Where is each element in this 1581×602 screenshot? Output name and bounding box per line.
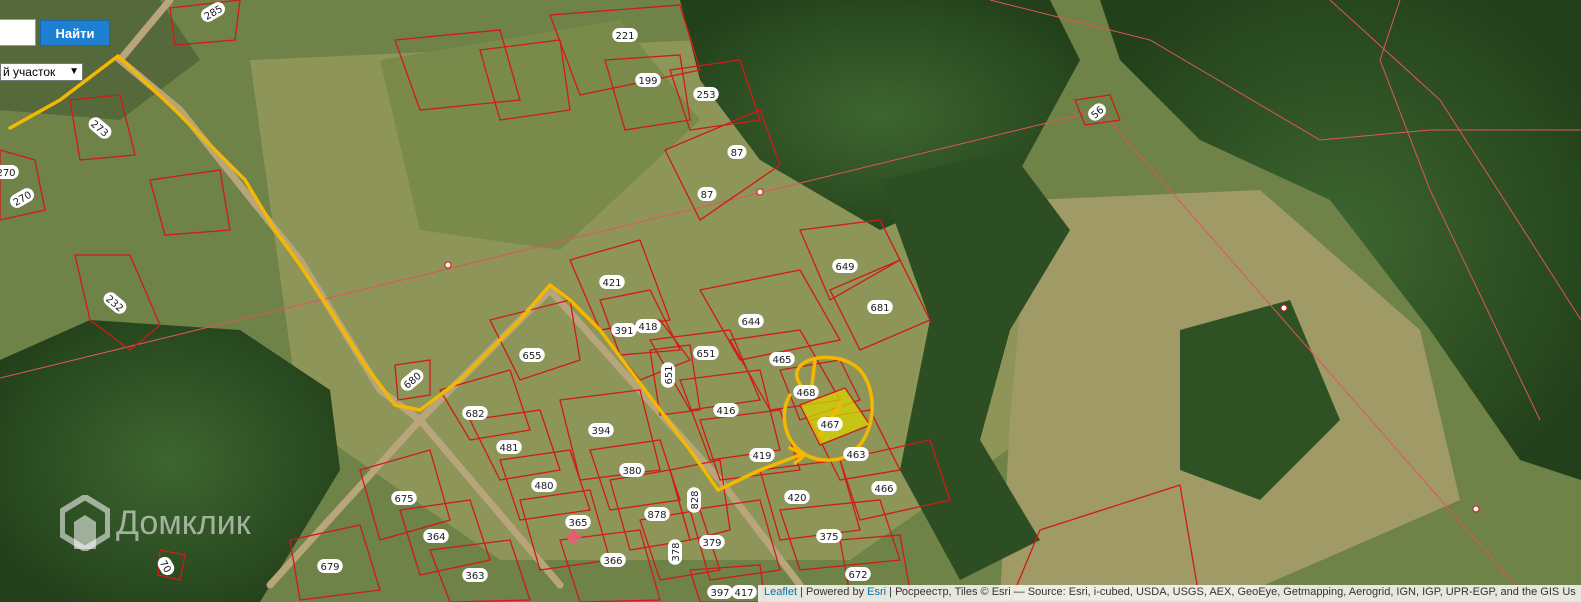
- parcel-label-675[interactable]: 675: [391, 491, 417, 505]
- parcel-label-366[interactable]: 366: [600, 553, 626, 567]
- parcel-number: 644: [741, 317, 760, 328]
- parcel-number: 672: [848, 570, 867, 581]
- watermark-text: Домклик: [116, 503, 251, 542]
- parcel-label-87[interactable]: 87: [727, 145, 747, 159]
- parcel-label-480[interactable]: 480: [531, 478, 557, 492]
- parcel-number: 270: [0, 168, 16, 179]
- parcel-number: 87: [731, 148, 744, 159]
- parcel-label-878[interactable]: 878: [644, 507, 670, 521]
- parcel-number: 87: [701, 190, 714, 201]
- parcel-number: 828: [690, 490, 701, 509]
- powered-by-text: | Powered by: [797, 586, 868, 598]
- parcel-label-463[interactable]: 463: [843, 447, 869, 461]
- parcel-number: 394: [591, 426, 610, 437]
- parcel-label-253[interactable]: 253: [693, 87, 719, 101]
- parcel-number: 364: [426, 532, 445, 543]
- parcel-number: 419: [752, 451, 771, 462]
- esri-link[interactable]: Esri: [867, 586, 886, 598]
- parcel-number: 365: [568, 518, 587, 529]
- parcel-number: 421: [602, 278, 621, 289]
- parcel-number: 397: [710, 588, 729, 599]
- leaflet-link[interactable]: Leaflet: [764, 586, 797, 598]
- parcel-label-391[interactable]: 391: [611, 323, 637, 337]
- parcel-label-375[interactable]: 375: [816, 529, 842, 543]
- parcel-number: 878: [647, 510, 666, 521]
- parcel-label-651[interactable]: 651: [661, 362, 675, 388]
- parcel-label-481[interactable]: 481: [496, 440, 522, 454]
- parcel-label-420[interactable]: 420: [784, 490, 810, 504]
- parcel-label-380[interactable]: 380: [619, 463, 645, 477]
- parcel-number: 253: [696, 90, 715, 101]
- parcel-label-465[interactable]: 465: [769, 352, 795, 366]
- parcel-label-379[interactable]: 379: [699, 535, 725, 549]
- parcel-label-466[interactable]: 466: [871, 481, 897, 495]
- parcel-label-467[interactable]: 467: [817, 417, 843, 431]
- parcel-number: 655: [522, 351, 541, 362]
- parcel-label-672[interactable]: 672: [845, 567, 871, 581]
- chevron-down-icon: ▼: [69, 66, 79, 77]
- parcel-label-394[interactable]: 394: [588, 423, 614, 437]
- attribution-source-text: | Росреестр, Tiles © Esri — Source: Esri…: [886, 586, 1576, 598]
- parcel-number: 679: [320, 562, 339, 573]
- parcel-number: 682: [465, 409, 484, 420]
- domclick-logo: [60, 495, 110, 551]
- parcel-label-644[interactable]: 644: [738, 314, 764, 328]
- parcel-label-418[interactable]: 418: [635, 319, 661, 333]
- search-input[interactable]: [0, 19, 36, 46]
- parcel-number: 380: [622, 466, 641, 477]
- parcel-label-416[interactable]: 416: [713, 403, 739, 417]
- parcel-number: 481: [499, 443, 518, 454]
- parcel-number: 480: [534, 481, 553, 492]
- parcel-number: 391: [614, 326, 633, 337]
- parcel-number: 420: [787, 493, 806, 504]
- parcel-number: 378: [671, 542, 682, 561]
- parcel-label-199[interactable]: 199: [635, 73, 661, 87]
- parcel-number: 465: [772, 355, 791, 366]
- parcel-number: 681: [870, 303, 889, 314]
- parcel-label-679[interactable]: 679: [317, 559, 343, 573]
- parcel-label-221[interactable]: 221: [612, 28, 638, 42]
- parcel-label-655[interactable]: 655: [519, 348, 545, 362]
- parcel-number: 379: [702, 538, 721, 549]
- parcel-number: 416: [716, 406, 735, 417]
- parcel-number: 366: [603, 556, 622, 567]
- parcel-label-682[interactable]: 682: [462, 406, 488, 420]
- parcel-number: 418: [638, 322, 657, 333]
- parcel-number: 651: [696, 349, 715, 360]
- parcel-number: 417: [734, 588, 753, 599]
- parcel-number: 675: [394, 494, 413, 505]
- parcel-label-378[interactable]: 378: [668, 539, 682, 565]
- parcel-number: 468: [796, 388, 815, 399]
- parcel-number: 221: [615, 31, 634, 42]
- parcel-label-419[interactable]: 419: [749, 448, 775, 462]
- parcel-number: 375: [819, 532, 838, 543]
- parcel-label-421[interactable]: 421: [599, 275, 625, 289]
- parcel-number: 467: [820, 420, 839, 431]
- object-type-select[interactable]: й участок ▼: [0, 63, 83, 81]
- map-attribution: Leaflet | Powered by Esri | Росреестр, T…: [758, 585, 1581, 602]
- parcel-label-417[interactable]: 417: [731, 585, 757, 599]
- parcel-label-397[interactable]: 397: [707, 585, 733, 599]
- parcel-label-651[interactable]: 651: [693, 346, 719, 360]
- parcel-label-828[interactable]: 828: [687, 487, 701, 513]
- parcel-label-363[interactable]: 363: [462, 568, 488, 582]
- parcel-number: 649: [835, 262, 854, 273]
- parcel-number: 199: [638, 76, 657, 87]
- parcel-label-365[interactable]: 365: [565, 515, 591, 529]
- parcel-number: 463: [846, 450, 865, 461]
- parcel-label-649[interactable]: 649: [832, 259, 858, 273]
- parcel-label-681[interactable]: 681: [867, 300, 893, 314]
- parcel-label-87[interactable]: 87: [697, 187, 717, 201]
- object-type-selected: й участок: [3, 65, 56, 79]
- parcel-label-270[interactable]: 270: [0, 165, 19, 179]
- parcel-number: 651: [664, 365, 675, 384]
- watermark: Домклик: [60, 495, 251, 551]
- parcel-label-364[interactable]: 364: [423, 529, 449, 543]
- parcel-label-468[interactable]: 468: [793, 385, 819, 399]
- parcel-number: 363: [465, 571, 484, 582]
- parcel-number: 466: [874, 484, 893, 495]
- find-button[interactable]: Найти: [40, 20, 110, 46]
